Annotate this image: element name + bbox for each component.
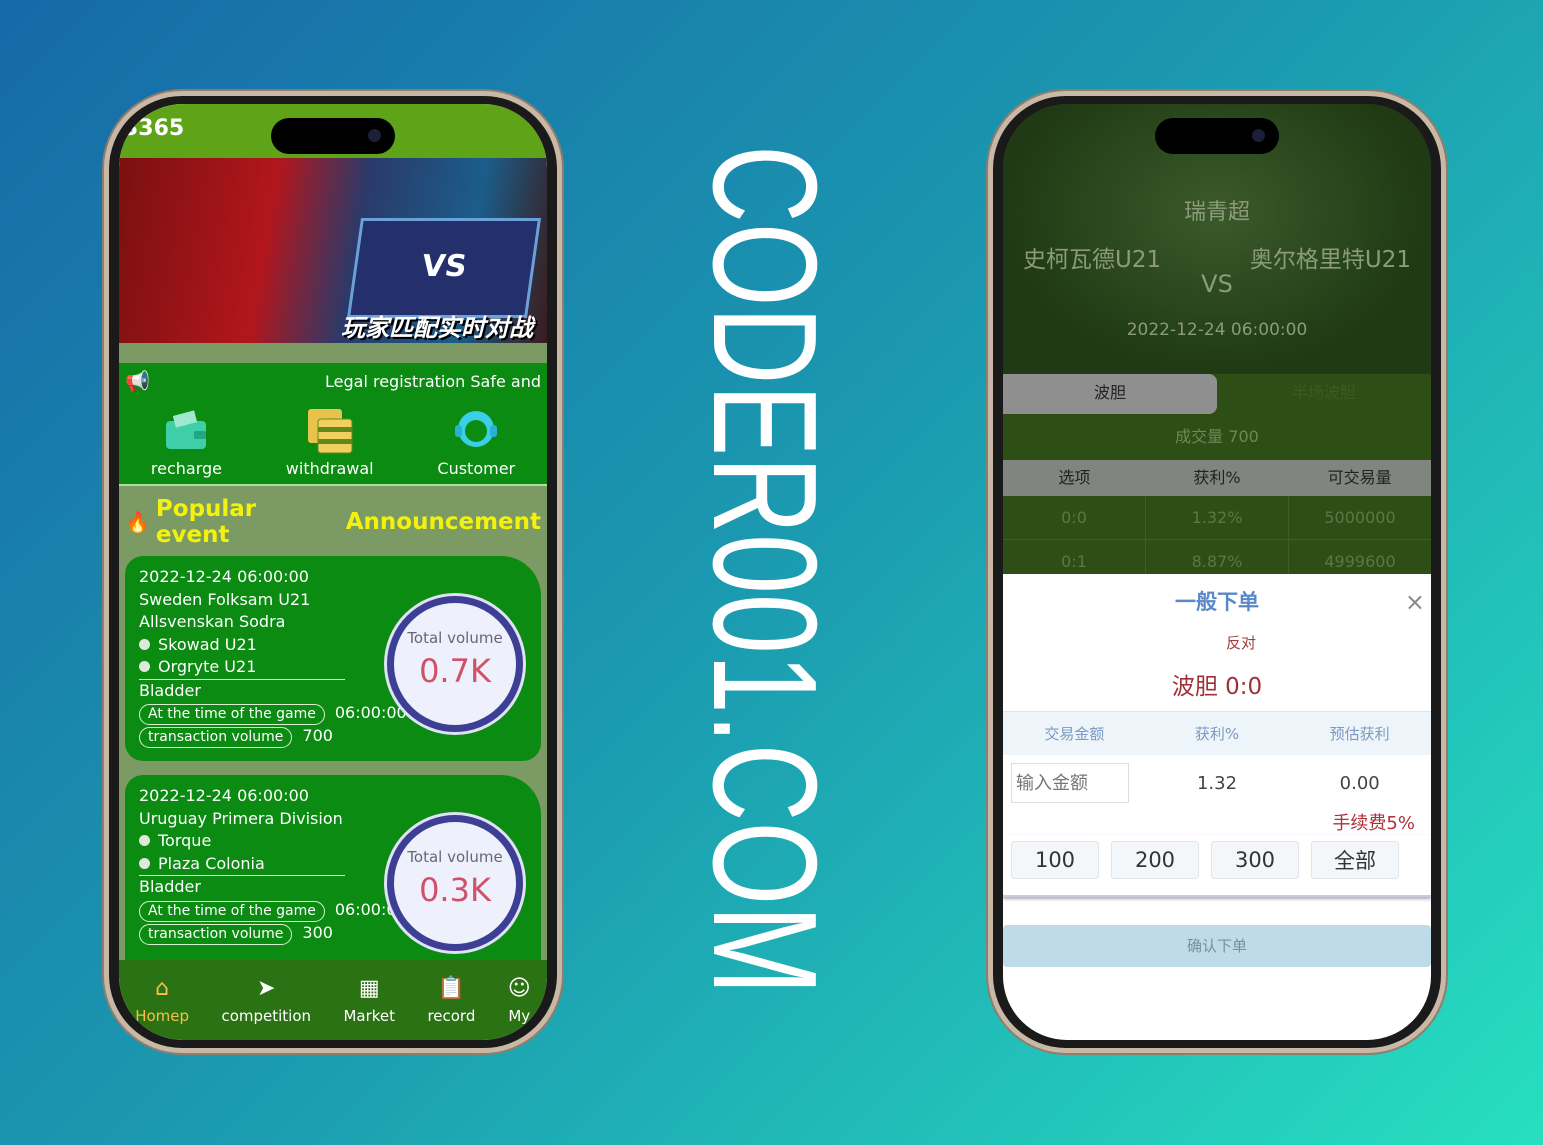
quick-amounts: 100 200 300 全部 (1003, 835, 1431, 897)
clipboard-icon: 📋 (437, 975, 466, 1001)
withdrawal-button[interactable]: withdrawal (286, 407, 374, 478)
trade-volume: 成交量 700 (1003, 414, 1431, 460)
phone-home: 3365 VS 玩家匹配实时对战 📢 Legal registration Sa… (104, 91, 562, 1053)
total-volume-badge: Total volume 0.3K (387, 815, 523, 951)
bet-side: 反对 (1225, 634, 1256, 652)
nav-competition[interactable]: ➤ competition (221, 976, 311, 1025)
market-icon: ▦ (358, 975, 380, 1001)
amount-100-button[interactable]: 100 (1011, 841, 1099, 879)
estimated-profit: 0.00 (1339, 772, 1380, 794)
profit-pct: 1.32 (1196, 772, 1238, 794)
nav-record[interactable]: 📋 record (427, 976, 475, 1025)
amount-300-button[interactable]: 300 (1211, 841, 1299, 879)
popular-events: 🔥 Popular event Announcement 2022-12-24 … (119, 486, 547, 980)
tab-correct-score[interactable]: 波胆 (1003, 374, 1217, 414)
dynamic-island (271, 118, 395, 154)
promo-banner[interactable]: VS 玩家匹配实时对战 (119, 158, 547, 343)
order-modal: 一般下单× 反对 波胆 0:0 交易金额获利%预估获利 1.32 0.00 手续… (1003, 574, 1431, 1040)
bet-screen: 瑞青超 史柯瓦德U21 奥尔格里特U21 VS 2022-12-24 06:00:… (1003, 104, 1431, 1040)
nav-home[interactable]: ⌂ Homep (135, 976, 189, 1025)
match-datetime: 2022-12-24 06:00:00 (1126, 320, 1308, 340)
cards-icon (307, 409, 353, 454)
confirm-order-button[interactable]: 确认下单 (1003, 925, 1431, 967)
customer-service-button[interactable]: Customer (437, 407, 515, 478)
recharge-button[interactable]: recharge (151, 407, 222, 478)
marquee-text: Legal registration Safe and (325, 371, 541, 391)
face-icon: ☺ (507, 975, 531, 1001)
table-row[interactable]: 0:0 1.32% 5000000 (1003, 496, 1431, 540)
wallet-icon (166, 410, 207, 449)
event-card[interactable]: 2022-12-24 06:00:00 Uruguay Primera Divi… (125, 775, 541, 980)
megaphone-icon: 📢 (125, 369, 150, 393)
section-title: Popular event (155, 496, 257, 548)
banner-caption: 玩家匹配实时对战 (341, 314, 533, 342)
away-team: 奥尔格里特U21 (1249, 247, 1411, 273)
announcement-link[interactable]: Announcement (346, 509, 541, 535)
notice-panel: 📢 Legal registration Safe and recharge w… (119, 363, 547, 486)
fire-icon: 🔥 (125, 510, 150, 534)
league-name: 瑞青超 (1183, 200, 1250, 225)
amount-input[interactable] (1011, 763, 1129, 803)
watermark-text: CODER001.COM (682, 145, 847, 995)
modal-title: 一般下单 (1175, 590, 1259, 614)
banner-vs: VS (346, 218, 542, 318)
odds-table-header: 选项 获利% 可交易量 (1003, 460, 1431, 496)
event-card[interactable]: 2022-12-24 06:00:00 Sweden Folksam U21 A… (125, 556, 541, 761)
bet-pick: 波胆 0:0 (1171, 674, 1263, 700)
home-icon: ⌂ (155, 975, 170, 1001)
home-screen: 3365 VS 玩家匹配实时对战 📢 Legal registration Sa… (119, 104, 547, 1040)
market-tabs: 波胆 半场波胆 (1003, 374, 1431, 414)
amount-all-button[interactable]: 全部 (1311, 841, 1399, 879)
home-team: 史柯瓦德U21 (1023, 247, 1162, 273)
phone-bet: 瑞青超 史柯瓦德U21 奥尔格里特U21 VS 2022-12-24 06:00:… (988, 91, 1446, 1053)
fee-note: 手续费5% (1332, 813, 1415, 834)
send-icon: ➤ (257, 975, 276, 1001)
tab-half-correct-score[interactable]: 半场波胆 (1217, 374, 1431, 414)
headset-icon (455, 411, 498, 447)
bottom-nav: ⌂ Homep ➤ competition ▦ Market 📋 record ☺ My (119, 960, 547, 1040)
close-icon[interactable]: × (1405, 588, 1425, 616)
nav-my[interactable]: ☺ My (508, 976, 531, 1025)
amount-200-button[interactable]: 200 (1111, 841, 1199, 879)
nav-market[interactable]: ▦ Market (343, 976, 395, 1025)
total-volume-badge: Total volume 0.7K (387, 596, 523, 732)
dynamic-island (1155, 118, 1279, 154)
